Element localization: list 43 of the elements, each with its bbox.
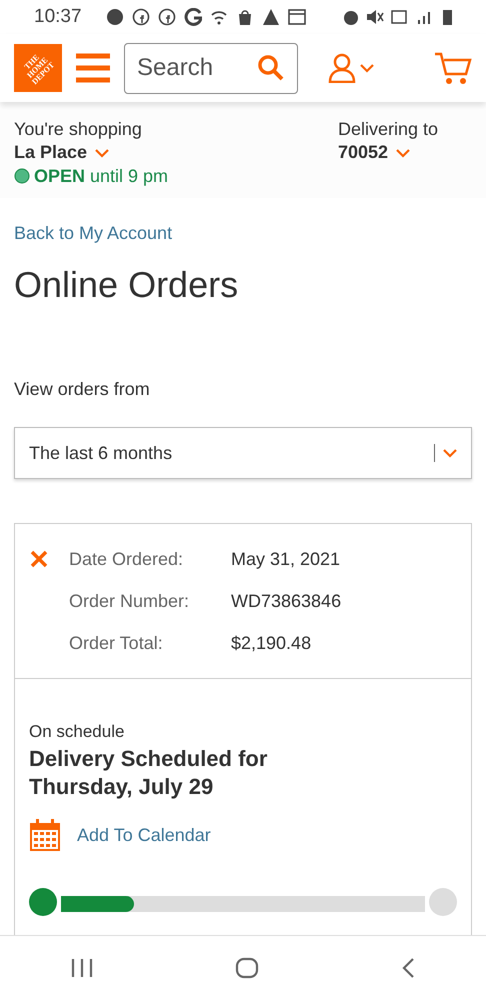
store-hours: OPEN until 9 pm (34, 164, 168, 188)
cart-icon[interactable] (434, 51, 472, 85)
zip-selector[interactable]: 70052 (338, 141, 472, 165)
calendar-icon[interactable] (29, 818, 61, 852)
mute-icon (366, 8, 384, 26)
progress-end-dot (429, 888, 457, 916)
status-time: 10:37 (34, 4, 82, 29)
caret-icon (95, 148, 110, 158)
field-label: Date Ordered: (69, 548, 184, 571)
period-dropdown[interactable]: The last 6 months (14, 427, 472, 480)
open-status-dot (14, 168, 30, 184)
facebook-icon (158, 8, 176, 26)
delivery-date: Delivery Scheduled for Thursday, July 29 (29, 744, 268, 802)
back-link[interactable]: Back to My Account (14, 223, 172, 244)
search-icon[interactable] (258, 54, 284, 80)
field-value: $2,190.48 (231, 632, 312, 655)
page-title: Online Orders (14, 263, 240, 306)
account-icon (328, 53, 356, 83)
warning-icon (262, 8, 280, 26)
field-value: May 31, 2021 (231, 548, 340, 571)
back-icon[interactable] (401, 957, 415, 979)
delivery-status: On schedule (29, 721, 126, 744)
field-label: Order Total: (69, 632, 164, 655)
facebook-icon (132, 8, 150, 26)
caret-icon (360, 63, 374, 73)
field-label: Order Number: (69, 590, 190, 613)
caret-icon (443, 448, 457, 458)
account-menu[interactable] (328, 53, 374, 83)
store-label: You're shopping (14, 118, 143, 141)
menu-icon[interactable] (76, 53, 110, 83)
home-icon[interactable] (235, 957, 259, 979)
search-field[interactable]: Search (124, 42, 298, 94)
store-selector[interactable]: La Place (14, 141, 168, 165)
calendar-icon (288, 8, 306, 26)
field-value: WD73863846 (231, 590, 342, 613)
recent-apps-icon[interactable] (71, 958, 93, 978)
collapse-icon[interactable] (29, 549, 49, 570)
add-to-calendar-link[interactable]: Add To Calendar (77, 822, 211, 849)
progress-start-dot (29, 888, 57, 916)
caret-icon (396, 148, 410, 158)
delivery-label: Delivering to (338, 118, 440, 141)
google-icon (184, 8, 202, 26)
filter-label: View orders from (14, 378, 151, 402)
